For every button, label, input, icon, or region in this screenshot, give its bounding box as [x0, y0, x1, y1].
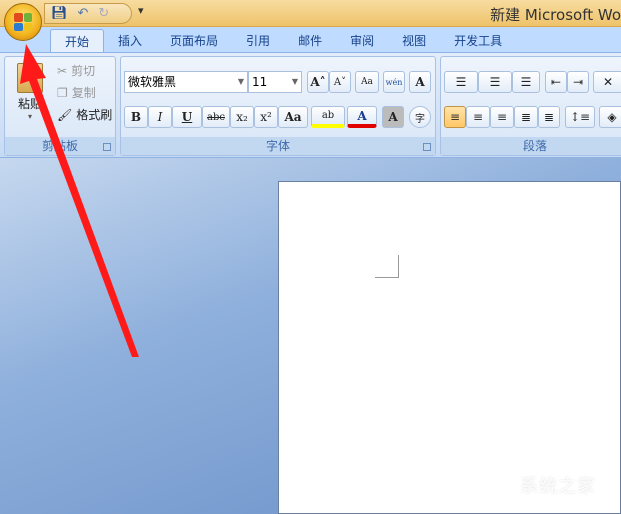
arrow-shape [20, 44, 139, 357]
red-arrow-annotation [20, 44, 139, 357]
